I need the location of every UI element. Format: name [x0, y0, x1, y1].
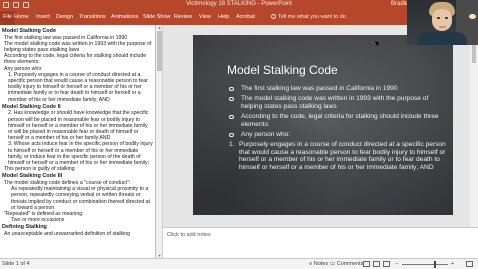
status-bar: Slide 1 of 4 ≡ Notes ▭ Comments − +: [0, 258, 478, 269]
tab-animations[interactable]: Animations: [111, 14, 138, 20]
outline-bullet: This person is guilty of stalking: [4, 166, 75, 173]
outline-bullet: 2. Has knowledge or should have knowledg…: [8, 110, 149, 142]
outline-scrollbar[interactable]: ▲ ▼: [156, 25, 163, 258]
zoom-slider-thumb[interactable]: [434, 261, 436, 268]
outline-bullet: 3. Whose acts induce fear in the specifi…: [8, 141, 153, 167]
slide-numbered-item: 1. Purposely engages in a course of condu…: [229, 141, 446, 171]
slide-bullet: According to the code, legal criteria fo…: [227, 113, 449, 128]
notes-pane[interactable]: Click to add notes: [163, 227, 478, 258]
tab-home[interactable]: Home: [14, 14, 29, 20]
zoom-in-icon[interactable]: +: [451, 261, 454, 267]
outline-bullet: Two or more occasions: [11, 217, 65, 224]
tab-transitions[interactable]: Transitions: [79, 14, 106, 20]
outline-slide-title: Defining Stalking: [2, 224, 47, 231]
outline-bullet: The model stalking code was written in 1…: [4, 40, 152, 53]
notes-placeholder[interactable]: Click to add notes: [167, 232, 211, 238]
tab-help[interactable]: Help: [218, 14, 229, 20]
outline-scroll-thumb[interactable]: [157, 31, 162, 71]
outline-slide-title: Model Stalking Code: [2, 28, 57, 34]
outline-content: Model Stalking Code The first stalking la…: [0, 25, 155, 237]
slide-title[interactable]: Model Stalking Code: [227, 63, 338, 77]
zoom-out-icon[interactable]: −: [395, 261, 398, 267]
slide-body[interactable]: The first stalking law was passed in Cal…: [227, 85, 449, 171]
outline-slide-title: Model Stalking Code III: [2, 173, 63, 180]
notes-button[interactable]: ≡ Notes: [309, 261, 328, 267]
comments-button[interactable]: ▭ Comments: [330, 261, 363, 267]
webcam-overlay: [407, 0, 478, 45]
normal-view-icon[interactable]: [363, 261, 370, 267]
slide-scrollbar[interactable]: [470, 25, 478, 227]
outline-slide-title: Model Stalking Code II: [2, 103, 61, 110]
current-slide[interactable]: Model Stalking Code The first stalking l…: [193, 35, 453, 215]
tab-design[interactable]: Design: [56, 14, 73, 20]
slide-bullet: Any person who:: [227, 131, 449, 138]
tab-acrobat[interactable]: Acrobat: [236, 14, 255, 20]
outline-bullet: An unacceptable and unwarranted definiti…: [4, 231, 131, 238]
bullet-circle-icon: [229, 86, 234, 91]
tab-insert[interactable]: Insert: [36, 14, 50, 20]
outline-bullet: 1. Purposely engages in a course of cond…: [8, 71, 148, 103]
tab-file[interactable]: File: [0, 11, 15, 25]
slide-counter: Slide 1 of 4: [2, 261, 30, 267]
bullet-circle-icon: [229, 114, 234, 120]
tell-me-search[interactable]: Tell me what you want to do: [271, 14, 346, 20]
slide-bullet: The model stalking code was written in 1…: [227, 95, 449, 110]
outline-bullet: According to the code, legal criteria fo…: [4, 53, 147, 66]
reading-view-icon[interactable]: [383, 261, 390, 267]
bullet-circle-icon: [229, 96, 234, 102]
lightbulb-icon: [271, 14, 276, 19]
tab-view[interactable]: View: [199, 14, 211, 20]
bullet-circle-icon: [229, 132, 234, 138]
slide-bullet: The first stalking law was passed in Cal…: [227, 85, 449, 92]
scroll-up-icon[interactable]: ▲: [157, 25, 162, 30]
outline-bullet: As repeatedly maintaining a visual or ph…: [11, 186, 150, 211]
slide-sorter-icon[interactable]: [373, 261, 380, 267]
slide-editing-area: Model Stalking Code The first stalking l…: [163, 25, 478, 227]
tab-slide-show[interactable]: Slide Show: [143, 14, 171, 20]
fit-slide-icon[interactable]: [466, 261, 473, 267]
tab-review[interactable]: Review: [174, 14, 192, 20]
outline-pane[interactable]: Model Stalking Code The first stalking la…: [0, 25, 156, 258]
zoom-slider[interactable]: [402, 264, 448, 265]
